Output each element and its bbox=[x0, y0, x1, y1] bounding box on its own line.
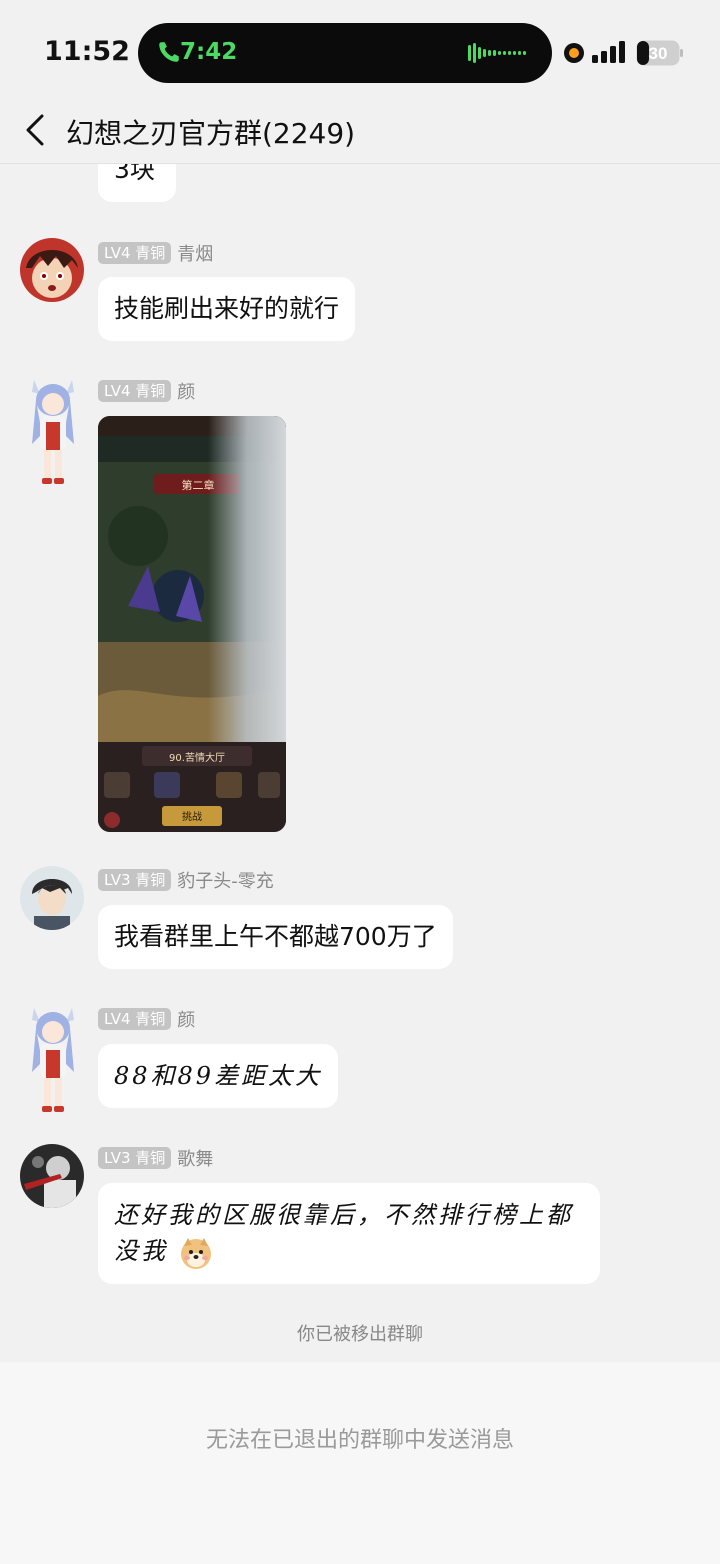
status-time: 11:52 bbox=[44, 36, 130, 67]
status-icons: 30 bbox=[564, 40, 694, 66]
message-text: 88和89差距太大 bbox=[114, 1062, 323, 1090]
sender-meta: LV3 青铜 豹子头-零充 bbox=[98, 867, 274, 893]
message-text-line: 还好我的区服很靠后，不然排行榜上都 bbox=[114, 1201, 573, 1229]
avatar-image bbox=[20, 1144, 84, 1208]
sender-meta: LV3 青铜 歌舞 bbox=[98, 1145, 213, 1171]
sender-name[interactable]: 颜 bbox=[177, 1006, 195, 1032]
message-text: 我看群里上午不都越700万了 bbox=[114, 922, 437, 951]
phone-call-icon bbox=[159, 42, 179, 62]
message-text: 技能刷出来好的就行 bbox=[114, 294, 340, 323]
image-message[interactable]: 第二章 90.苦情大厅 挑战 bbox=[98, 416, 286, 832]
sender-name[interactable]: 颜 bbox=[177, 378, 195, 404]
sender-meta: LV4 青铜颜 bbox=[98, 378, 195, 404]
chat-header: 幻想之刃官方群(2249) bbox=[0, 100, 720, 164]
level-badge: LV4 青铜 bbox=[98, 1008, 172, 1030]
avatar-image bbox=[32, 380, 74, 484]
group-title[interactable]: 幻想之刃官方群(2249) bbox=[66, 112, 355, 152]
message-bubble[interactable]: 88和89差距太大 bbox=[98, 1044, 339, 1108]
disabled-input-notice: 无法在已退出的群聊中发送消息 bbox=[205, 1428, 514, 1453]
avatar[interactable] bbox=[20, 374, 86, 490]
message-bubble[interactable]: 技能刷出来好的就行 bbox=[98, 277, 356, 341]
avatar[interactable] bbox=[20, 238, 84, 302]
message-bubble[interactable]: 还好我的区服很靠后，不然排行榜上都 没我 bbox=[98, 1183, 600, 1284]
call-duration: 7:42 bbox=[180, 39, 238, 65]
message-list[interactable]: 3块 LV4 青铜 青烟 技能刷出来好的就行 LV4 青铜 颜 第二章 90.苦… bbox=[0, 164, 720, 1362]
message-text-line: 没我 bbox=[114, 1233, 584, 1270]
level-badge: LV3 青铜 bbox=[98, 869, 172, 891]
message-text: 没我 bbox=[114, 1237, 168, 1265]
avatar-image bbox=[20, 866, 84, 930]
battery-level: 30 bbox=[649, 44, 668, 63]
audio-waveform-icon bbox=[468, 43, 526, 63]
input-disabled-area: 无法在已退出的群聊中发送消息 bbox=[0, 1362, 720, 1564]
sender-name[interactable]: 豹子头-零充 bbox=[177, 867, 274, 893]
message-bubble[interactable]: 3块 bbox=[98, 164, 176, 202]
message-text: 3块 bbox=[114, 164, 155, 184]
avatar[interactable] bbox=[20, 866, 84, 930]
sender-name[interactable]: 歌舞 bbox=[177, 1145, 213, 1171]
recording-dot-icon bbox=[564, 43, 584, 63]
battery-icon: 30 bbox=[636, 40, 683, 66]
status-bar: 11:52 7:42 30 bbox=[0, 0, 720, 100]
avatar[interactable] bbox=[20, 1002, 86, 1118]
sender-meta: LV4 青铜 青烟 bbox=[98, 240, 213, 266]
avatar-image bbox=[20, 238, 84, 302]
sender-name[interactable]: 青烟 bbox=[177, 240, 213, 266]
avatar[interactable] bbox=[20, 1144, 84, 1208]
chevron-left-icon[interactable] bbox=[22, 110, 48, 150]
image-stage: 90.苦情大厅 bbox=[169, 751, 225, 764]
message-bubble[interactable]: 我看群里上午不都越700万了 bbox=[98, 905, 453, 969]
sender-meta: LV4 青铜颜 bbox=[98, 1006, 195, 1032]
level-badge: LV3 青铜 bbox=[98, 1147, 172, 1169]
avatar-image bbox=[32, 1008, 74, 1112]
doge-face-icon bbox=[180, 1237, 211, 1269]
game-screenshot-image: 第二章 90.苦情大厅 挑战 bbox=[98, 416, 286, 832]
cellular-signal-icon bbox=[592, 41, 625, 63]
level-badge: LV4 青铜 bbox=[98, 380, 172, 402]
system-notice: 你已被移出群聊 bbox=[297, 1324, 423, 1345]
image-button: 挑战 bbox=[182, 810, 202, 823]
dynamic-island[interactable]: 7:42 bbox=[138, 23, 552, 83]
level-badge: LV4 青铜 bbox=[98, 242, 172, 264]
